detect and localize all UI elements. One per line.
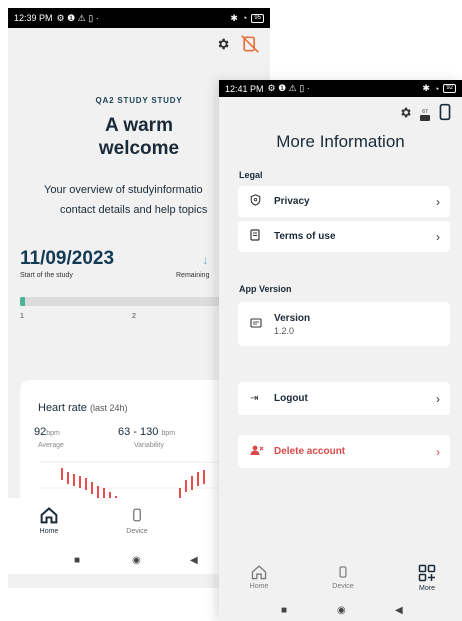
nav-device-label: Device [126, 528, 148, 535]
status-notification-icons: ⚙ ❶ ⚠ ▯ · [267, 83, 310, 93]
watch-icon [133, 508, 141, 522]
arrow-down-icon[interactable]: ↓ [202, 252, 209, 267]
battery-level-icon [420, 114, 430, 121]
status-notification-icons: ⚙ ❶ ⚠ ▯ · [56, 12, 99, 23]
version-info: Version 1.2.0 [274, 313, 310, 336]
more-information-screen: 12:41 PM ⚙ ❶ ⚠ ▯ · ✱ ◔ 92 67 More Inform… [219, 80, 462, 621]
heart-rate-average-label: Average [38, 442, 64, 449]
gear-icon[interactable] [399, 106, 412, 124]
chevron-right-icon: › [436, 194, 440, 209]
heart-rate-variability-label: Variability [134, 442, 164, 449]
version-label: Version [274, 312, 311, 324]
nav-home[interactable]: Home [24, 506, 74, 535]
privacy-row[interactable]: Privacy › [238, 186, 450, 217]
home-header [216, 34, 260, 59]
bluetooth-icon: ✱ [230, 12, 238, 23]
home-circle-icon[interactable]: ◉ [132, 555, 141, 566]
app-info-icon [250, 317, 268, 331]
nav-home-label: Home [39, 528, 59, 535]
chevron-right-icon: › [436, 229, 440, 244]
heart-rate-label: Heart rate [38, 402, 87, 414]
version-row: Version 1.2.0 [238, 302, 450, 346]
watch-icon [339, 566, 347, 578]
home-icon [251, 565, 267, 580]
heart-rate-title: Heart rate (last 24h) [38, 402, 128, 414]
wifi-icon: ◔ [433, 83, 440, 94]
app-version-section-title: App Version [239, 284, 292, 294]
bottom-nav: Home Device More [219, 558, 462, 602]
battery-icon: 95 [251, 13, 264, 23]
status-time: 12:41 PM [225, 83, 264, 94]
bluetooth-icon: ✱ [422, 83, 430, 93]
status-right: ✱ ◔ 95 [230, 13, 264, 24]
watch-battery-indicator: 67 [420, 109, 430, 121]
status-bar: 12:39 PM ⚙ ❶ ⚠ ▯ · ✱ ◔ 95 [8, 8, 270, 28]
home-icon [40, 507, 58, 524]
status-bar: 12:41 PM ⚙ ❶ ⚠ ▯ · ✱ ◔ 92 [219, 80, 462, 97]
home-circle-icon[interactable]: ◉ [337, 605, 346, 616]
progress-tick-1: 1 [20, 313, 24, 320]
terms-of-use-label: Terms of use [274, 231, 336, 242]
status-right: ✱ ◔ 92 [422, 83, 456, 94]
back-icon[interactable]: ◀ [395, 605, 403, 616]
logout-label: Logout [274, 393, 308, 404]
watch-icon[interactable] [438, 102, 452, 127]
heart-rate-period: (last 24h) [89, 403, 128, 413]
chevron-right-icon: › [436, 444, 440, 459]
remove-user-icon [250, 445, 268, 459]
nav-more-label: More [419, 585, 435, 592]
recents-icon[interactable]: ■ [74, 555, 80, 566]
nav-device[interactable]: Device [313, 564, 373, 590]
privacy-label: Privacy [274, 196, 310, 207]
screenshot-canvas: 12:39 PM ⚙ ❶ ⚠ ▯ · ✱ ◔ 95 QA2 STUDY STUD… [0, 0, 462, 621]
heart-rate-average-unit: bpm [46, 430, 60, 437]
legal-section-title: Legal [239, 170, 263, 180]
nav-home-label: Home [249, 583, 269, 590]
study-start-date: 11/09/2023 [20, 248, 115, 269]
page-title: More Information [276, 132, 405, 151]
delete-account-row[interactable]: Delete account › [238, 435, 450, 468]
nav-home[interactable]: Home [229, 564, 289, 590]
system-nav-bar: ■ ◉ ◀ [219, 602, 462, 621]
heart-rate-variability-unit: bpm [161, 430, 176, 437]
more-header: 67 [399, 102, 452, 127]
logout-icon: ⇥ [250, 393, 259, 404]
heart-rate-average: 92bpm [34, 426, 60, 438]
grid-plus-icon [418, 564, 436, 582]
wifi-icon: ◔ [241, 13, 248, 23]
heart-rate-variability-value: 63 - 130 [118, 426, 159, 438]
terms-of-use-row[interactable]: Terms of use › [238, 221, 450, 252]
chevron-right-icon: › [436, 391, 440, 406]
remaining-label: Remaining [176, 272, 210, 279]
device-disconnected-icon[interactable] [240, 34, 260, 59]
study-progress-fill [20, 297, 25, 306]
version-value: 1.2.0 [274, 325, 295, 336]
study-start-label: Start of the study [20, 272, 73, 279]
shield-icon [250, 194, 268, 209]
delete-account-label: Delete account [274, 446, 346, 457]
watch-battery-percent: 67 [422, 108, 428, 115]
back-icon[interactable]: ◀ [190, 555, 198, 566]
nav-device-label: Device [332, 583, 354, 590]
heart-rate-variability: 63 - 130 bpm [118, 426, 175, 438]
recents-icon[interactable]: ■ [281, 605, 287, 616]
status-time: 12:39 PM [14, 13, 53, 23]
heart-rate-average-value: 92 [34, 426, 47, 438]
gear-icon[interactable] [216, 37, 230, 56]
logout-row[interactable]: ⇥ Logout › [238, 382, 450, 415]
progress-tick-2: 2 [132, 313, 136, 320]
nav-device[interactable]: Device [112, 506, 162, 535]
battery-icon: 92 [443, 84, 456, 93]
nav-more[interactable]: More [397, 564, 457, 592]
document-icon [250, 229, 268, 244]
